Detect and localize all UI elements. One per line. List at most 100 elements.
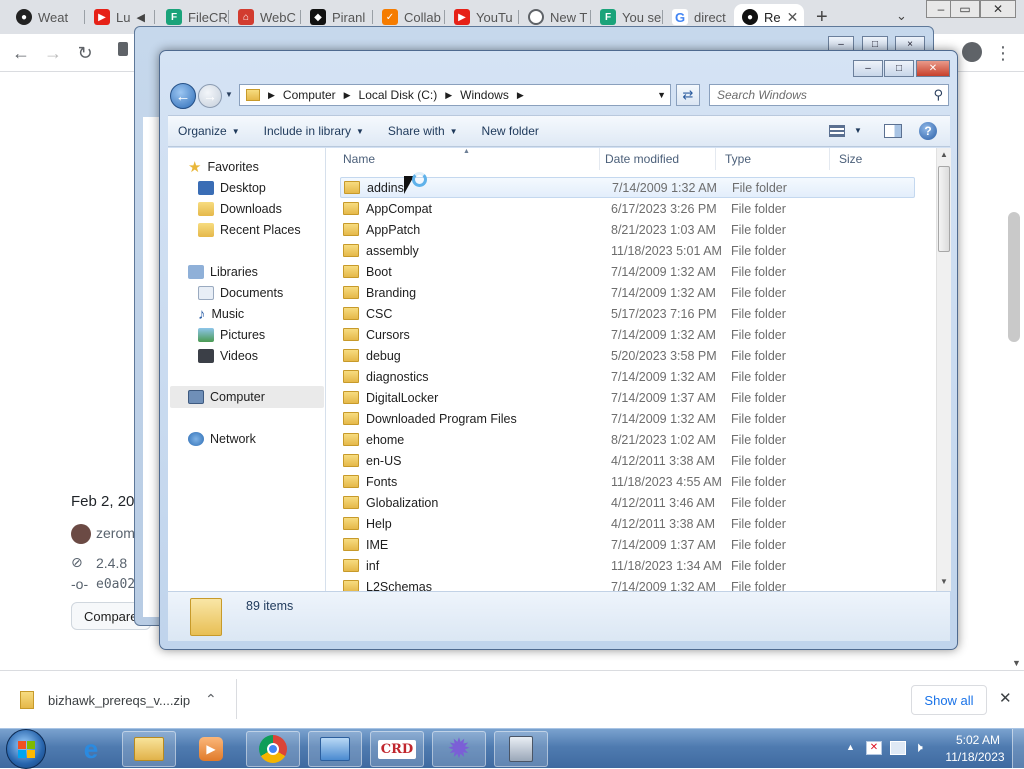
address-bar[interactable]: ▶ Computer ▶ Local Disk (C:) ▶ Windows ▶…: [239, 84, 671, 106]
nav-favorites[interactable]: ★ Favorites: [188, 157, 259, 177]
forward-icon[interactable]: →: [40, 40, 66, 66]
share-with-button[interactable]: Share with ▼: [376, 124, 470, 138]
table-row[interactable]: debug 5/20/2023 3:58 PM File folder: [340, 345, 915, 366]
table-row[interactable]: en-US 4/12/2011 3:38 AM File folder: [340, 450, 915, 471]
start-button[interactable]: [6, 729, 46, 769]
taskbar-control-panel[interactable]: [308, 731, 362, 767]
nav-recent-places[interactable]: Recent Places: [198, 220, 301, 240]
help-icon[interactable]: ?: [919, 122, 937, 140]
include-in-library-button[interactable]: Include in library ▼: [252, 124, 376, 138]
nav-documents[interactable]: Documents: [198, 283, 283, 303]
column-header-size[interactable]: Size: [830, 148, 908, 170]
forward-icon[interactable]: →: [198, 84, 222, 108]
nav-downloads[interactable]: Downloads: [198, 199, 282, 219]
close-button[interactable]: ✕: [916, 60, 950, 77]
browser-tab[interactable]: ● Weat: [8, 4, 84, 30]
tray-date[interactable]: 11/18/2023: [942, 750, 1008, 764]
avatar[interactable]: [71, 524, 91, 544]
audio-playing-icon[interactable]: ◀: [136, 11, 144, 24]
chevron-right-icon[interactable]: ▶: [517, 90, 524, 101]
scrollbar-thumb[interactable]: [938, 166, 950, 252]
table-row[interactable]: Help 4/12/2011 3:38 AM File folder: [340, 513, 915, 534]
lock-icon[interactable]: [118, 42, 128, 56]
scroll-down-icon[interactable]: ▼: [940, 577, 948, 586]
explorer-window[interactable]: – □ ✕ ← → ▼ ▶ Computer ▶ Local Disk (C:)…: [159, 50, 958, 650]
minimize-button[interactable]: –: [853, 60, 883, 77]
search-input[interactable]: Search Windows ⚲: [709, 84, 949, 106]
show-hidden-icons[interactable]: ▲: [846, 742, 855, 752]
restore-button[interactable]: ▭: [950, 0, 980, 18]
new-folder-button[interactable]: New folder: [470, 124, 551, 138]
profile-avatar-icon[interactable]: [962, 42, 982, 62]
maximize-button[interactable]: □: [884, 60, 914, 77]
table-row[interactable]: IME 7/14/2009 1:37 AM File folder: [340, 534, 915, 555]
table-row[interactable]: inf 11/18/2023 1:34 AM File folder: [340, 555, 915, 576]
taskbar-explorer[interactable]: [122, 731, 176, 767]
file-list-scrollbar[interactable]: ▲ ▼: [936, 148, 951, 591]
breadcrumb-computer[interactable]: Computer: [283, 88, 336, 102]
reload-icon[interactable]: ↻: [72, 40, 98, 66]
breadcrumb-local-disk[interactable]: Local Disk (C:): [359, 88, 438, 102]
nav-network[interactable]: Network: [188, 429, 256, 449]
nav-computer[interactable]: Computer: [188, 387, 265, 407]
change-view-icon[interactable]: [829, 125, 845, 137]
taskbar-chrome[interactable]: [246, 731, 300, 767]
media-player-icon[interactable]: ▶: [186, 732, 236, 766]
table-row[interactable]: L2Schemas 7/14/2009 1:32 AM File folder: [340, 576, 915, 591]
column-header-type[interactable]: Type: [716, 148, 830, 170]
breadcrumb-windows[interactable]: Windows: [460, 88, 509, 102]
table-row[interactable]: Fonts 11/18/2023 4:55 AM File folder: [340, 471, 915, 492]
table-row[interactable]: Globalization 4/12/2011 3:46 AM File folde…: [340, 492, 915, 513]
address-dropdown-icon[interactable]: ▼: [657, 90, 666, 100]
back-icon[interactable]: ←: [170, 83, 196, 109]
download-filename[interactable]: bizhawk_prereqs_v....zip: [48, 693, 190, 708]
table-row[interactable]: AppCompat 6/17/2023 3:26 PM File folder: [340, 198, 915, 219]
author-name[interactable]: zerom: [96, 525, 135, 541]
table-row[interactable]: Branding 7/14/2009 1:32 AM File folder: [340, 282, 915, 303]
back-icon[interactable]: ←: [8, 40, 34, 66]
column-header-date[interactable]: Date modified: [596, 148, 716, 170]
organize-button[interactable]: Organize ▼: [168, 124, 252, 138]
taskbar-snowflake-app[interactable]: ✹: [432, 731, 486, 767]
table-row[interactable]: Downloaded Program Files 7/14/2009 1:32 A…: [340, 408, 915, 429]
preview-pane-icon[interactable]: [884, 124, 902, 138]
table-row[interactable]: ehome 8/21/2023 1:02 AM File folder: [340, 429, 915, 450]
taskbar-rufus[interactable]: [494, 731, 548, 767]
chevron-right-icon[interactable]: ▶: [445, 90, 452, 101]
table-row[interactable]: assembly 11/18/2023 5:01 AM File folder: [340, 240, 915, 261]
table-row[interactable]: Cursors 7/14/2009 1:32 AM File folder: [340, 324, 915, 345]
page-scrollbar-thumb[interactable]: [1008, 212, 1020, 342]
table-row[interactable]: CSC 5/17/2023 7:16 PM File folder: [340, 303, 915, 324]
table-row[interactable]: AppPatch 8/21/2023 1:03 AM File folder: [340, 219, 915, 240]
tag-label[interactable]: 2.4.8: [96, 555, 127, 571]
volume-muted-icon[interactable]: 🕨: [914, 739, 923, 756]
close-tab-icon[interactable]: ✕: [787, 9, 799, 26]
ie-icon[interactable]: e: [66, 732, 116, 766]
refresh-icon[interactable]: ⇄: [676, 84, 700, 106]
scroll-down-icon[interactable]: ▼: [1012, 658, 1021, 668]
recent-pages-dropdown-icon[interactable]: ▼: [225, 90, 233, 99]
tab-search-icon[interactable]: ⌄: [896, 8, 907, 24]
action-center-icon[interactable]: ✕: [866, 741, 882, 755]
nav-desktop[interactable]: Desktop: [198, 178, 266, 198]
table-row[interactable]: Boot 7/14/2009 1:32 AM File folder: [340, 261, 915, 282]
close-button[interactable]: ✕: [980, 0, 1016, 18]
tray-time[interactable]: 5:02 AM: [948, 733, 1008, 747]
nav-pictures[interactable]: Pictures: [198, 325, 265, 345]
table-row[interactable]: DigitalLocker 7/14/2009 1:37 AM File folde…: [340, 387, 915, 408]
chevron-up-icon[interactable]: ⌃: [205, 691, 217, 708]
close-shelf-icon[interactable]: ✕: [999, 689, 1012, 707]
network-tray-icon[interactable]: [890, 741, 906, 755]
table-row[interactable]: diagnostics 7/14/2009 1:32 AM File folder: [340, 366, 915, 387]
nav-libraries[interactable]: Libraries: [188, 262, 258, 282]
taskbar-crd[interactable]: CRD: [370, 731, 424, 767]
commit-hash[interactable]: e0a02: [96, 577, 135, 592]
search-icon[interactable]: ⚲: [933, 87, 943, 103]
nav-videos[interactable]: Videos: [198, 346, 258, 366]
show-desktop-button[interactable]: [1012, 729, 1024, 769]
nav-music[interactable]: ♪ Music: [198, 304, 244, 324]
menu-dots-icon[interactable]: ⋮: [990, 40, 1016, 66]
show-all-button[interactable]: Show all: [911, 685, 987, 715]
view-dropdown-icon[interactable]: ▼: [854, 126, 862, 135]
chevron-right-icon[interactable]: ▶: [344, 90, 351, 101]
